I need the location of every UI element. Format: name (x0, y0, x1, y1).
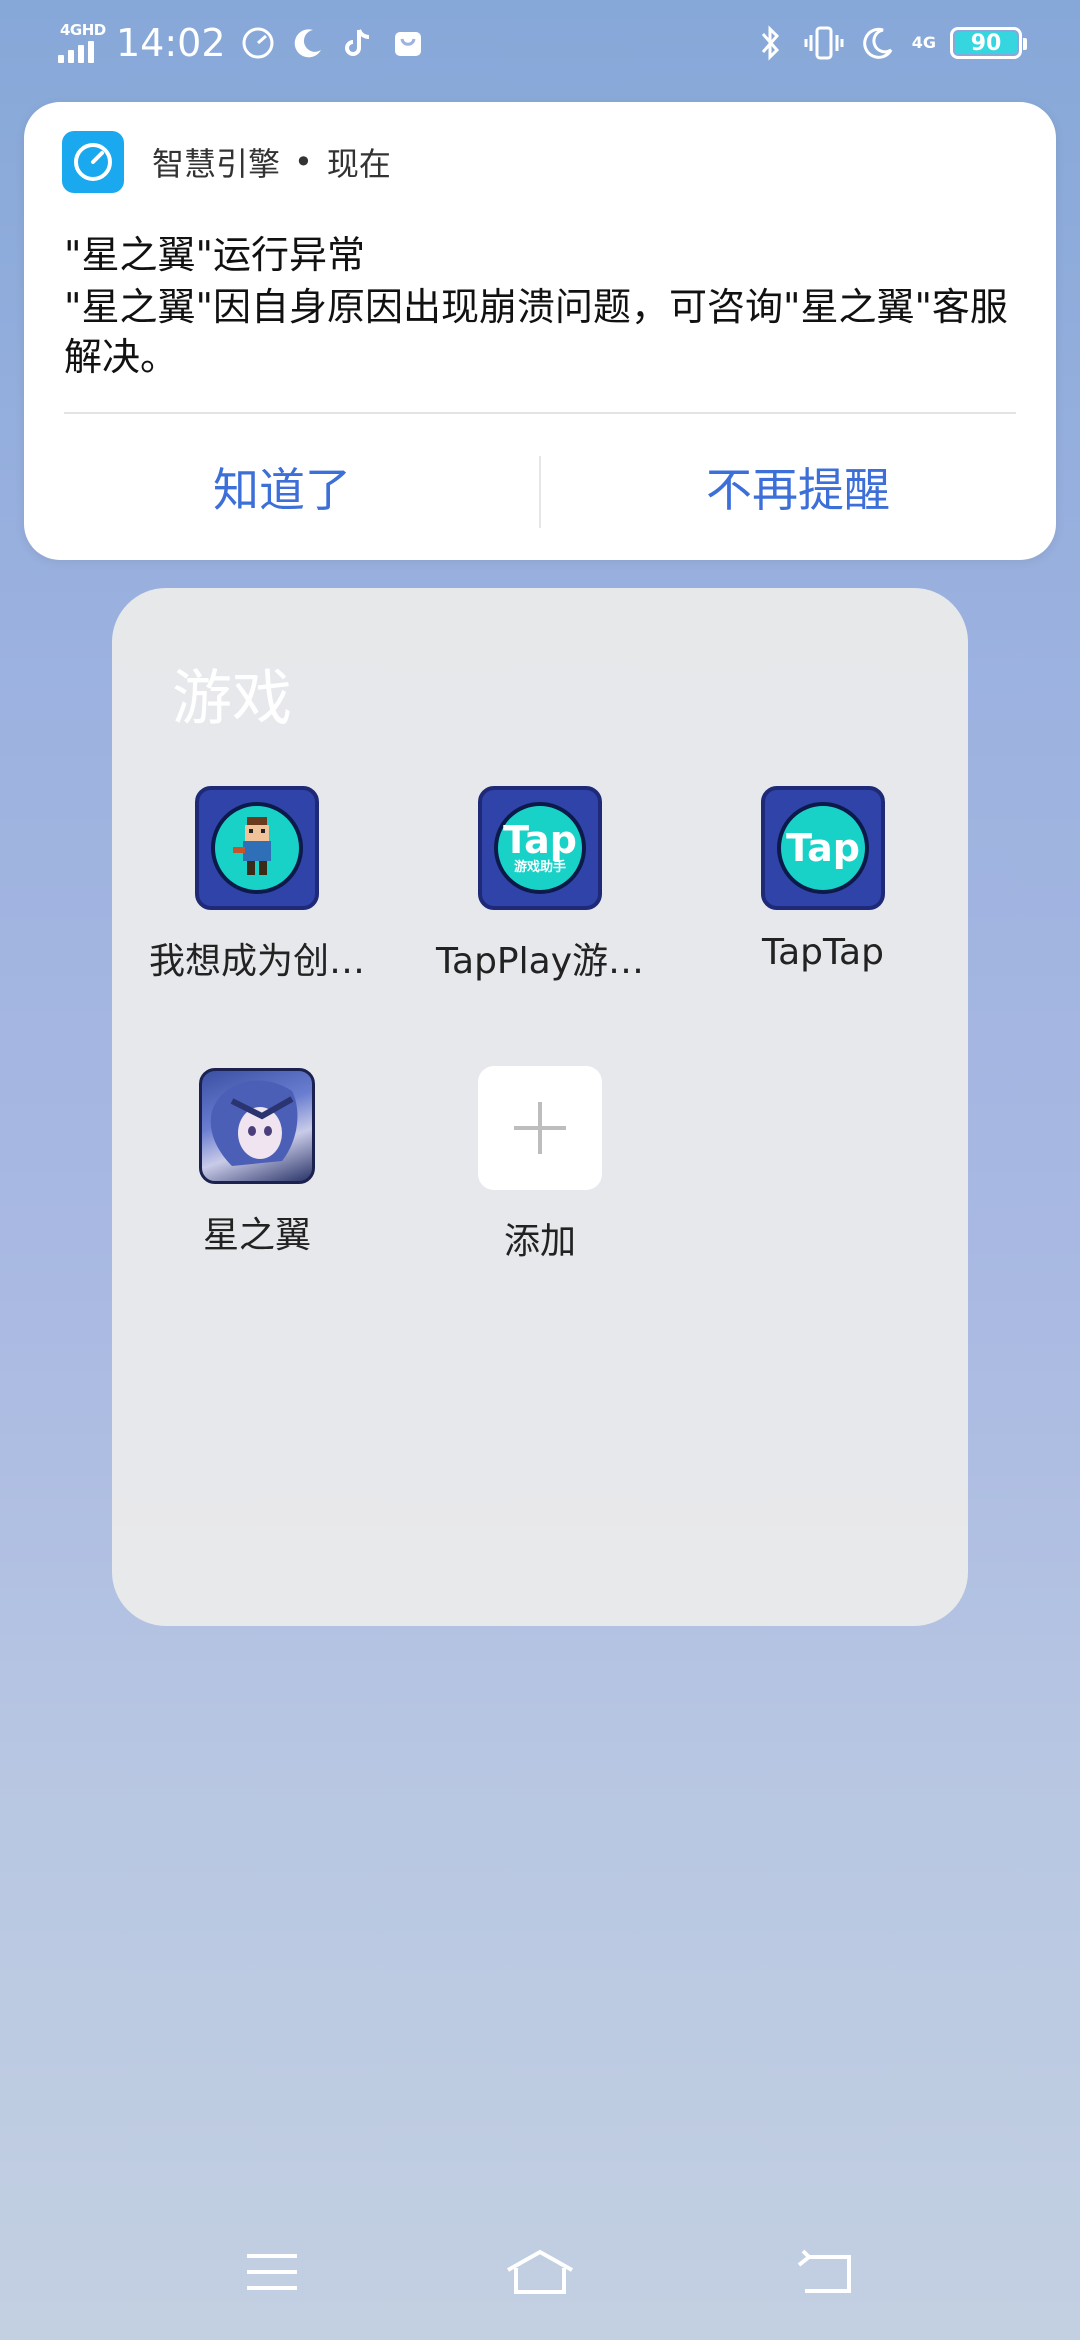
navigation-bar (0, 2210, 1080, 2340)
battery-level: 90 (970, 30, 1002, 56)
cellular-signal-icon: 4GHD (58, 21, 106, 65)
moon-icon (858, 23, 898, 63)
separator-dot: • (294, 143, 313, 181)
divider (539, 456, 541, 528)
app-label: 添加 (503, 1221, 576, 1262)
battery-icon: 90 (950, 27, 1027, 59)
app-item[interactable]: Tap TapTap (678, 786, 968, 973)
app-label: 星之翼 (202, 1215, 311, 1256)
speedometer-app-icon (62, 131, 124, 193)
bluetooth-icon (750, 23, 790, 63)
taptap-icon: Tap (761, 786, 885, 910)
notification-title: "星之翼"运行异常 (64, 233, 365, 277)
network-type-label: 4GHD (60, 21, 106, 39)
anime-character-icon (199, 1068, 315, 1184)
tiktok-icon (338, 23, 378, 63)
clock: 14:02 (116, 21, 226, 65)
network-4g-label: 4G (911, 33, 936, 52)
folder-title[interactable]: 游戏 (172, 650, 292, 737)
back-icon[interactable] (784, 2232, 864, 2312)
app-label: TapTap (762, 932, 884, 973)
app-item[interactable]: 星之翼 (112, 1068, 402, 1258)
tap-logo-text: Tap (786, 826, 860, 870)
got-it-button[interactable]: 知道了 (24, 414, 540, 560)
notification-card[interactable]: 智慧引擎 • 现在 "星之翼"运行异常 "星之翼"因自身原因出现崩溃问题，可咨询… (24, 102, 1056, 560)
status-bar: 4GHD 14:02 4G 90 (0, 0, 1080, 84)
notification-body: "星之翼"因自身原因出现崩溃问题，可咨询"星之翼"客服解决。 (64, 285, 1008, 379)
app-item[interactable]: Tap 游戏助手 TapPlay游… (395, 786, 685, 984)
app-item[interactable]: 我想成为创… (112, 786, 402, 984)
app-label: 我想成为创… (148, 941, 365, 982)
pixel-hero-game-icon (195, 786, 319, 910)
shopping-bag-icon (388, 23, 428, 63)
notification-app-name: 智慧引擎 (152, 145, 281, 183)
plus-icon (478, 1066, 602, 1190)
tap-logo-text: Tap (503, 818, 577, 862)
home-icon[interactable] (500, 2232, 580, 2312)
app-label: TapPlay游… (435, 941, 645, 982)
speedometer-icon (238, 23, 278, 63)
app-folder: 游戏 我想成为创… Tap 游戏助手 TapPlay游… Tap TapTap … (112, 588, 968, 1626)
menu-icon[interactable] (232, 2232, 312, 2312)
moon-icon (288, 23, 328, 63)
tap-sub-text: 游戏助手 (513, 860, 566, 875)
dont-remind-button[interactable]: 不再提醒 (540, 414, 1056, 560)
tap-assistant-icon: Tap 游戏助手 (478, 786, 602, 910)
vibrate-icon (804, 23, 844, 63)
add-app-item[interactable]: 添加 (395, 1066, 685, 1264)
notification-time: 现在 (326, 145, 391, 183)
